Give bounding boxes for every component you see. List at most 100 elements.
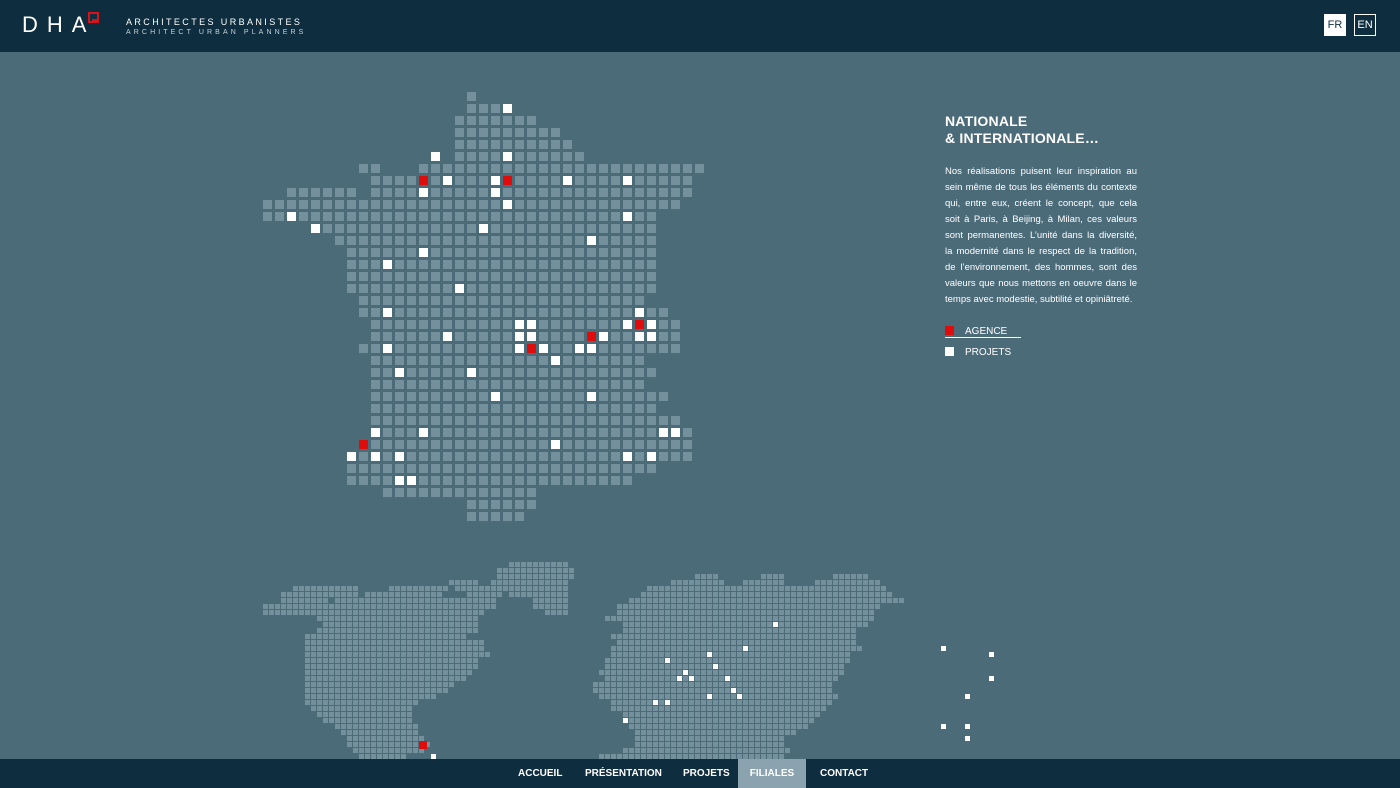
map-tile (761, 598, 766, 603)
map-tile (371, 380, 380, 389)
map-tile (317, 682, 322, 687)
nav-projets[interactable]: PROJETS (683, 759, 730, 788)
map-tile (503, 344, 512, 353)
language-fr-button[interactable]: FR (1324, 14, 1346, 36)
map-tile (353, 736, 358, 741)
map-tile (473, 604, 478, 609)
map-tile (659, 688, 664, 693)
map-tile (503, 248, 512, 257)
projet-marker (467, 368, 476, 377)
map-tile (323, 652, 328, 657)
map-tile (383, 440, 392, 449)
map-tile (437, 586, 442, 591)
map-tile (419, 622, 424, 627)
legend-projets: PROJETS (945, 347, 1137, 369)
map-tile (359, 730, 364, 735)
nav-contact[interactable]: CONTACT (820, 759, 868, 788)
map-tile (761, 682, 766, 687)
map-tile (599, 464, 608, 473)
map-tile (461, 652, 466, 657)
map-tile (443, 236, 452, 245)
map-tile (431, 236, 440, 245)
map-tile (755, 616, 760, 621)
nav-filiales[interactable]: FILIALES (738, 759, 806, 788)
map-tile (461, 676, 466, 681)
map-tile (587, 260, 596, 269)
map-tile (551, 176, 560, 185)
map-tile (701, 610, 706, 615)
map-tile (635, 464, 644, 473)
map-tile (863, 592, 868, 597)
map-tile (317, 586, 322, 591)
map-tile (353, 628, 358, 633)
map-tile (845, 586, 850, 591)
map-tile (803, 586, 808, 591)
map-tile (407, 464, 416, 473)
map-tile (683, 736, 688, 741)
map-tile (329, 706, 334, 711)
map-tile (491, 598, 496, 603)
map-tile (449, 610, 454, 615)
map-tile (377, 640, 382, 645)
map-tile (443, 676, 448, 681)
map-tile (329, 634, 334, 639)
map-tile (437, 640, 442, 645)
map-tile (437, 664, 442, 669)
projet-marker (707, 652, 712, 657)
map-tile (419, 404, 428, 413)
map-tile (761, 736, 766, 741)
map-tile (347, 236, 356, 245)
map-tile (653, 640, 658, 645)
nav-accueil[interactable]: ACCUEIL (518, 759, 562, 788)
map-tile (725, 634, 730, 639)
map-tile (779, 664, 784, 669)
map-tile (767, 718, 772, 723)
map-tile (755, 718, 760, 723)
language-en-button[interactable]: EN (1354, 14, 1376, 36)
map-tile (479, 272, 488, 281)
map-tile (731, 700, 736, 705)
map-tile (623, 200, 632, 209)
map-tile (749, 580, 754, 585)
map-tile (725, 712, 730, 717)
projet-marker (725, 676, 730, 681)
map-tile (317, 676, 322, 681)
map-tile (821, 580, 826, 585)
map-tile (737, 730, 742, 735)
nav-presentation[interactable]: PRÉSENTATION (585, 759, 662, 788)
map-tile (623, 404, 632, 413)
map-tile (761, 610, 766, 615)
map-tile (743, 748, 748, 753)
map-tile (731, 718, 736, 723)
projet-marker (347, 452, 356, 461)
map-tile (839, 646, 844, 651)
map-tile (599, 308, 608, 317)
map-tile (335, 200, 344, 209)
map-tile (803, 640, 808, 645)
map-tile (737, 652, 742, 657)
map-tile (491, 404, 500, 413)
map-tile (323, 646, 328, 651)
map-tile (743, 604, 748, 609)
map-tile (353, 688, 358, 693)
map-tile (491, 296, 500, 305)
map-tile (695, 712, 700, 717)
map-tile (467, 140, 476, 149)
map-tile (305, 694, 310, 699)
map-tile (527, 140, 536, 149)
map-tile (743, 610, 748, 615)
map-tile (815, 580, 820, 585)
map-tile (323, 670, 328, 675)
map-tile (335, 670, 340, 675)
map-tile (803, 628, 808, 633)
logo[interactable]: DHA (22, 11, 95, 39)
map-tile (725, 700, 730, 705)
map-tile (305, 670, 310, 675)
map-tile (797, 694, 802, 699)
map-tile (407, 592, 412, 597)
map-tile (575, 224, 584, 233)
map-tile (623, 308, 632, 317)
map-tile (407, 344, 416, 353)
map-tile (785, 706, 790, 711)
map-tile (641, 712, 646, 717)
